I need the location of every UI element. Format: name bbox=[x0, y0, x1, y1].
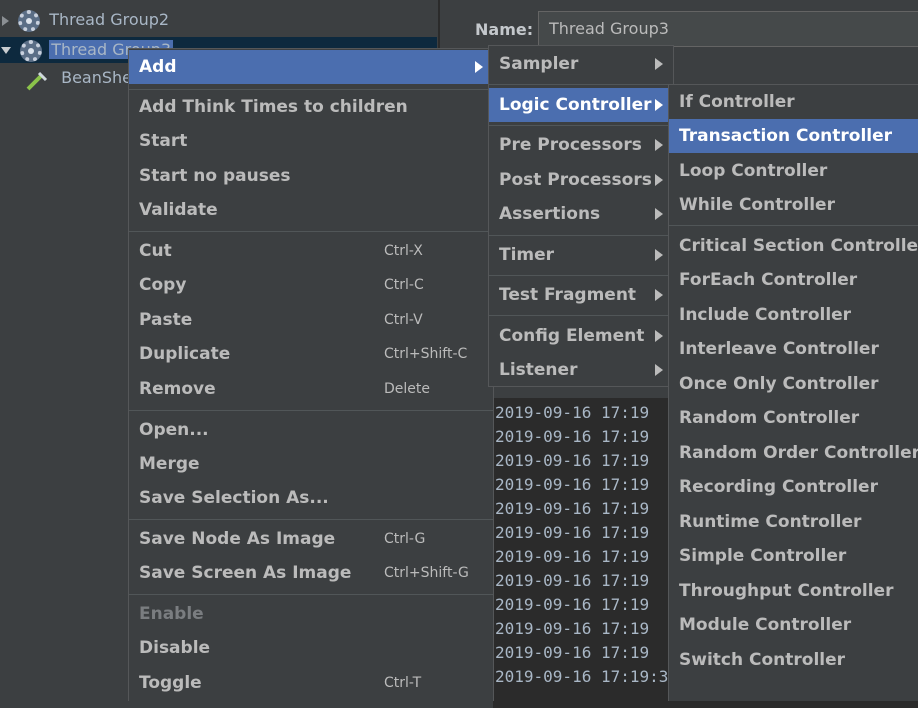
menu-item-foreach-controller[interactable]: ForEach Controller bbox=[669, 263, 918, 297]
expand-arrow-icon[interactable] bbox=[2, 15, 9, 26]
log-line: 2019-09-16 17:19 bbox=[495, 499, 650, 518]
log-line: 2019-09-16 17:19 bbox=[495, 571, 650, 590]
menu-item-disable[interactable]: Disable bbox=[129, 631, 493, 665]
menu-item-merge[interactable]: Merge bbox=[129, 447, 493, 481]
menu-item-save-selection[interactable]: Save Selection As... bbox=[129, 481, 493, 515]
menu-item-add-think-times[interactable]: Add Think Times to children bbox=[129, 90, 493, 124]
log-line: 2019-09-16 17:19 bbox=[495, 451, 650, 470]
menu-item-config-element[interactable]: Config Element bbox=[489, 319, 673, 353]
menu-item-test-fragment[interactable]: Test Fragment bbox=[489, 278, 673, 312]
menu-item-logic-controller[interactable]: Logic Controller bbox=[489, 88, 673, 122]
menu-item-duplicate[interactable]: Duplicate Ctrl+Shift-C bbox=[129, 337, 493, 371]
menu-item-cut[interactable]: Cut Ctrl-X bbox=[129, 234, 493, 268]
submenu-arrow-icon bbox=[655, 330, 663, 342]
add-submenu: Sampler Logic Controller Pre Processors … bbox=[488, 45, 674, 387]
thread-group-gear-icon bbox=[20, 39, 43, 62]
submenu-arrow-icon bbox=[655, 174, 663, 186]
menu-item-add[interactable]: Add bbox=[129, 50, 493, 84]
log-line: 2019-09-16 17:19 bbox=[495, 427, 650, 446]
log-line: 2019-09-16 17:19 bbox=[495, 475, 650, 494]
menu-item-enable: Enable bbox=[139, 604, 204, 624]
menu-item-save-node-image[interactable]: Save Node As Image Ctrl-G bbox=[129, 522, 493, 556]
menu-separator bbox=[129, 519, 493, 520]
menu-item-runtime-controller[interactable]: Runtime Controller bbox=[669, 505, 918, 539]
menu-item-remove[interactable]: Remove Delete bbox=[129, 372, 493, 406]
submenu-arrow-icon bbox=[655, 208, 663, 220]
menu-item-listener[interactable]: Listener bbox=[489, 353, 673, 387]
menu-item-assertions[interactable]: Assertions bbox=[489, 197, 673, 231]
menu-item-include-controller[interactable]: Include Controller bbox=[669, 298, 918, 332]
tree-item-thread-group2[interactable]: Thread Group2 bbox=[0, 7, 169, 33]
context-menu: Add Add Think Times to children Start St… bbox=[128, 48, 494, 701]
log-line: 2019-09-16 17:19 bbox=[495, 595, 650, 614]
menu-item-toggle[interactable]: Toggle Ctrl-T bbox=[129, 666, 493, 700]
menu-item-start-no-pauses[interactable]: Start no pauses bbox=[129, 159, 493, 193]
tree-item-beanshell[interactable]: BeanShell bbox=[24, 65, 141, 91]
menu-separator bbox=[129, 594, 493, 595]
menu-item-transaction-controller[interactable]: Transaction Controller bbox=[669, 119, 918, 153]
log-line: 2019-09-16 17:19 bbox=[495, 643, 650, 662]
menu-item-post-processors[interactable]: Post Processors bbox=[489, 163, 673, 197]
log-line: 2019-09-16 17:19 bbox=[495, 403, 650, 422]
submenu-arrow-icon bbox=[475, 61, 483, 73]
submenu-arrow-icon bbox=[655, 139, 663, 151]
tree-item-label: Thread Group2 bbox=[49, 10, 170, 29]
log-line: 2019-09-16 17:19 bbox=[495, 547, 650, 566]
submenu-arrow-icon bbox=[655, 364, 663, 376]
pipette-icon bbox=[24, 69, 50, 90]
submenu-arrow-icon bbox=[655, 58, 663, 70]
submenu-arrow-icon bbox=[655, 99, 663, 111]
menu-item-throughput-controller[interactable]: Throughput Controller bbox=[669, 574, 918, 608]
menu-item-once-only-controller[interactable]: Once Only Controller bbox=[669, 367, 918, 401]
submenu-arrow-icon bbox=[655, 249, 663, 261]
menu-item-random-controller[interactable]: Random Controller bbox=[669, 401, 918, 435]
menu-item-open[interactable]: Open... bbox=[129, 413, 493, 447]
menu-item-sampler[interactable]: Sampler bbox=[489, 47, 673, 81]
menu-separator bbox=[669, 225, 918, 226]
menu-item-timer[interactable]: Timer bbox=[489, 238, 673, 272]
log-line: 2019-09-16 17:19 bbox=[495, 523, 650, 542]
menu-item-paste[interactable]: Paste Ctrl-V bbox=[129, 303, 493, 337]
menu-item-save-screen-image[interactable]: Save Screen As Image Ctrl+Shift-G bbox=[129, 556, 493, 590]
submenu-arrow-icon bbox=[655, 289, 663, 301]
menu-item-module-controller[interactable]: Module Controller bbox=[669, 608, 918, 642]
menu-separator bbox=[489, 125, 673, 126]
menu-item-copy[interactable]: Copy Ctrl-C bbox=[129, 268, 493, 302]
menu-item-loop-controller[interactable]: Loop Controller bbox=[669, 154, 918, 188]
menu-item-random-order-controller[interactable]: Random Order Controller bbox=[669, 436, 918, 470]
menu-separator bbox=[489, 315, 673, 316]
menu-separator bbox=[489, 84, 673, 85]
logic-controller-submenu: If Controller Transaction Controller Loo… bbox=[668, 84, 918, 701]
menu-separator bbox=[129, 410, 493, 411]
name-input[interactable]: Thread Group3 bbox=[538, 11, 918, 47]
menu-separator bbox=[129, 231, 493, 232]
menu-separator bbox=[489, 235, 673, 236]
menu-item-switch-controller[interactable]: Switch Controller bbox=[669, 643, 918, 677]
menu-item-if-controller[interactable]: If Controller bbox=[669, 85, 918, 119]
thread-group-gear-icon bbox=[18, 9, 41, 32]
menu-item-critical-section-controller[interactable]: Critical Section Controller bbox=[669, 229, 918, 263]
menu-separator bbox=[489, 275, 673, 276]
menu-item-pre-processors[interactable]: Pre Processors bbox=[489, 128, 673, 162]
menu-item-simple-controller[interactable]: Simple Controller bbox=[669, 539, 918, 573]
menu-item-interleave-controller[interactable]: Interleave Controller bbox=[669, 332, 918, 366]
menu-item-recording-controller[interactable]: Recording Controller bbox=[669, 470, 918, 504]
menu-item-validate[interactable]: Validate bbox=[129, 193, 493, 227]
collapse-arrow-icon[interactable] bbox=[1, 47, 11, 54]
log-line: 2019-09-16 17:19 bbox=[495, 619, 650, 638]
name-label: Name: bbox=[475, 20, 534, 39]
menu-item-while-controller[interactable]: While Controller bbox=[669, 188, 918, 222]
menu-item-start[interactable]: Start bbox=[129, 124, 493, 158]
